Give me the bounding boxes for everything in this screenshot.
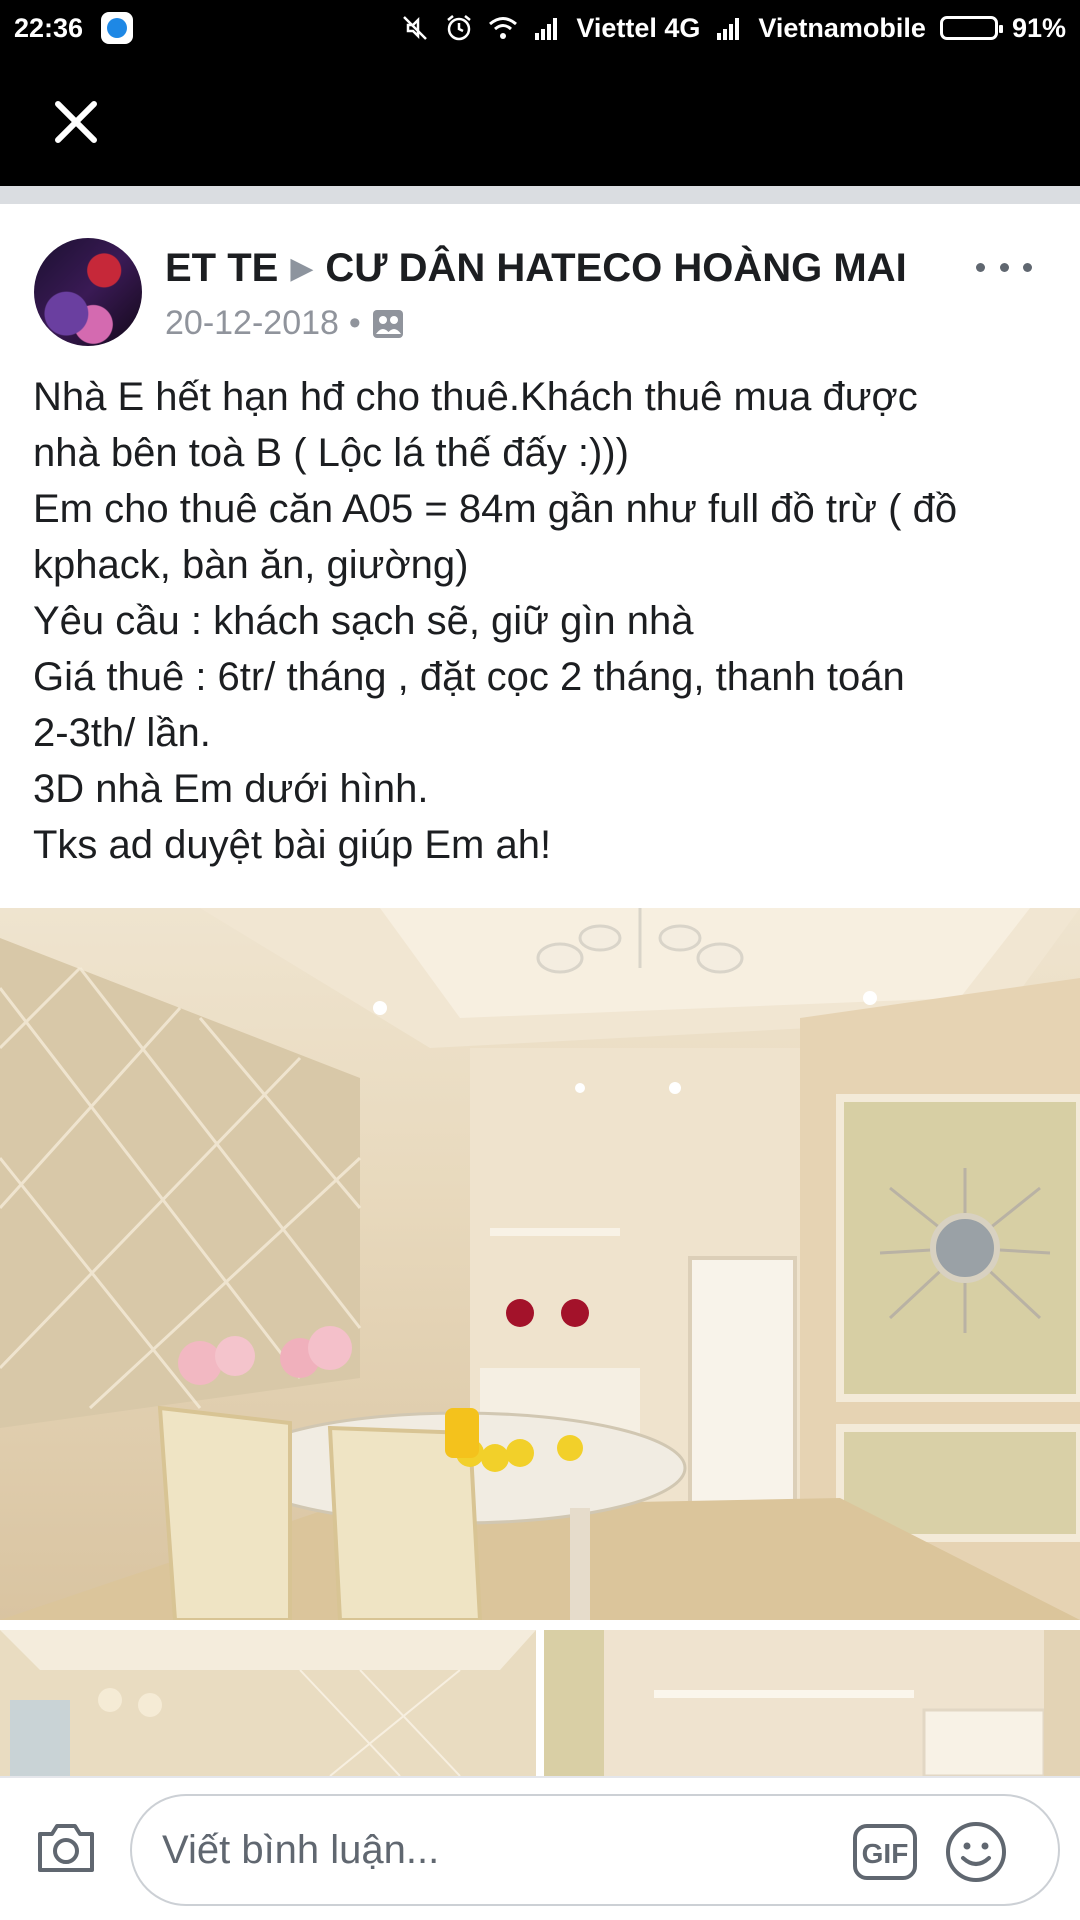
- comment-bar: Viết bình luận... GIF: [0, 1776, 1080, 1920]
- post-line: 2-3th/ lần.: [33, 711, 211, 755]
- author-line: ET TE ▶ CƯ DÂN HATECO HOÀNG MAI: [165, 246, 907, 291]
- living-room-image: [0, 1630, 536, 1776]
- post-line: Nhà E hết hạn hđ cho thuê.Khách thuê mua…: [33, 375, 918, 419]
- battery-icon: [939, 16, 1003, 40]
- camera-icon[interactable]: [34, 1820, 98, 1876]
- battery-percent: 91%: [1011, 12, 1066, 43]
- post-card: ET TE ▶ CƯ DÂN HATECO HOÀNG MAI 20-12-2018…: [0, 186, 1080, 1776]
- group-icon: [372, 309, 403, 338]
- mute-icon: [403, 16, 428, 40]
- post-photo-thumbnails: [0, 1630, 1080, 1776]
- post-body: Nhà E hết hạn hđ cho thuê.Khách thuê mua…: [0, 349, 1080, 873]
- message-app-icon: [101, 12, 134, 44]
- status-time: 22:36: [14, 12, 84, 43]
- alarm-icon: [447, 15, 472, 41]
- post-line: kphack, bàn ăn, giường): [33, 543, 469, 587]
- post-date[interactable]: 20-12-2018: [165, 304, 339, 343]
- divider: [0, 186, 1080, 204]
- wifi-icon: [489, 17, 518, 39]
- gif-label: GIF: [862, 1838, 909, 1869]
- status-bar: 22:36 Viettel 4G Vietnamobile 91%: [0, 0, 1080, 56]
- arrow-right-icon: ▶: [290, 252, 314, 285]
- more-icon: [976, 262, 985, 272]
- post-line: Yêu cầu : khách sạch sẽ, giữ gìn nhà: [33, 599, 694, 643]
- post-line: 3D nhà Em dưới hình.: [33, 767, 429, 811]
- dining-room-image: [0, 908, 1080, 1620]
- post-photo-thumb[interactable]: [544, 1630, 1080, 1776]
- post-line: Em cho thuê căn A05 = 84m gần như full đ…: [33, 487, 958, 531]
- author-name[interactable]: ET TE: [165, 246, 278, 290]
- more-options-button[interactable]: [976, 252, 1032, 282]
- avatar[interactable]: [34, 238, 142, 346]
- gif-icon: GIF: [853, 1824, 917, 1880]
- signal-icon: [717, 18, 740, 40]
- post-meta: 20-12-2018 •: [165, 304, 405, 343]
- post-line: Tks ad duyệt bài giúp Em ah!: [33, 823, 552, 867]
- carrier-1: Viettel 4G: [576, 12, 701, 43]
- post-line: nhà bên toà B ( Lộc lá thế đấy :))): [33, 431, 629, 475]
- gif-button[interactable]: GIF: [852, 1823, 918, 1881]
- group-name[interactable]: CƯ DÂN HATECO HOÀNG MAI: [325, 246, 906, 290]
- post-photo-main[interactable]: [0, 908, 1080, 1620]
- signal-icon: [535, 18, 558, 40]
- post-header: ET TE ▶ CƯ DÂN HATECO HOÀNG MAI 20-12-2018…: [0, 204, 1080, 349]
- carrier-2: Vietnamobile: [758, 12, 926, 43]
- hallway-image: [544, 1630, 1080, 1776]
- emoji-icon[interactable]: [944, 1820, 1008, 1884]
- comment-input[interactable]: Viết bình luận... GIF: [130, 1794, 1060, 1906]
- viewer-top-bar: [0, 56, 1080, 186]
- post-line: Giá thuê : 6tr/ tháng , đặt cọc 2 tháng,…: [33, 655, 905, 699]
- meta-separator: •: [348, 304, 361, 342]
- close-icon[interactable]: [52, 98, 100, 146]
- comment-placeholder: Viết bình luận...: [162, 1828, 440, 1872]
- post-photo-thumb[interactable]: [0, 1630, 536, 1776]
